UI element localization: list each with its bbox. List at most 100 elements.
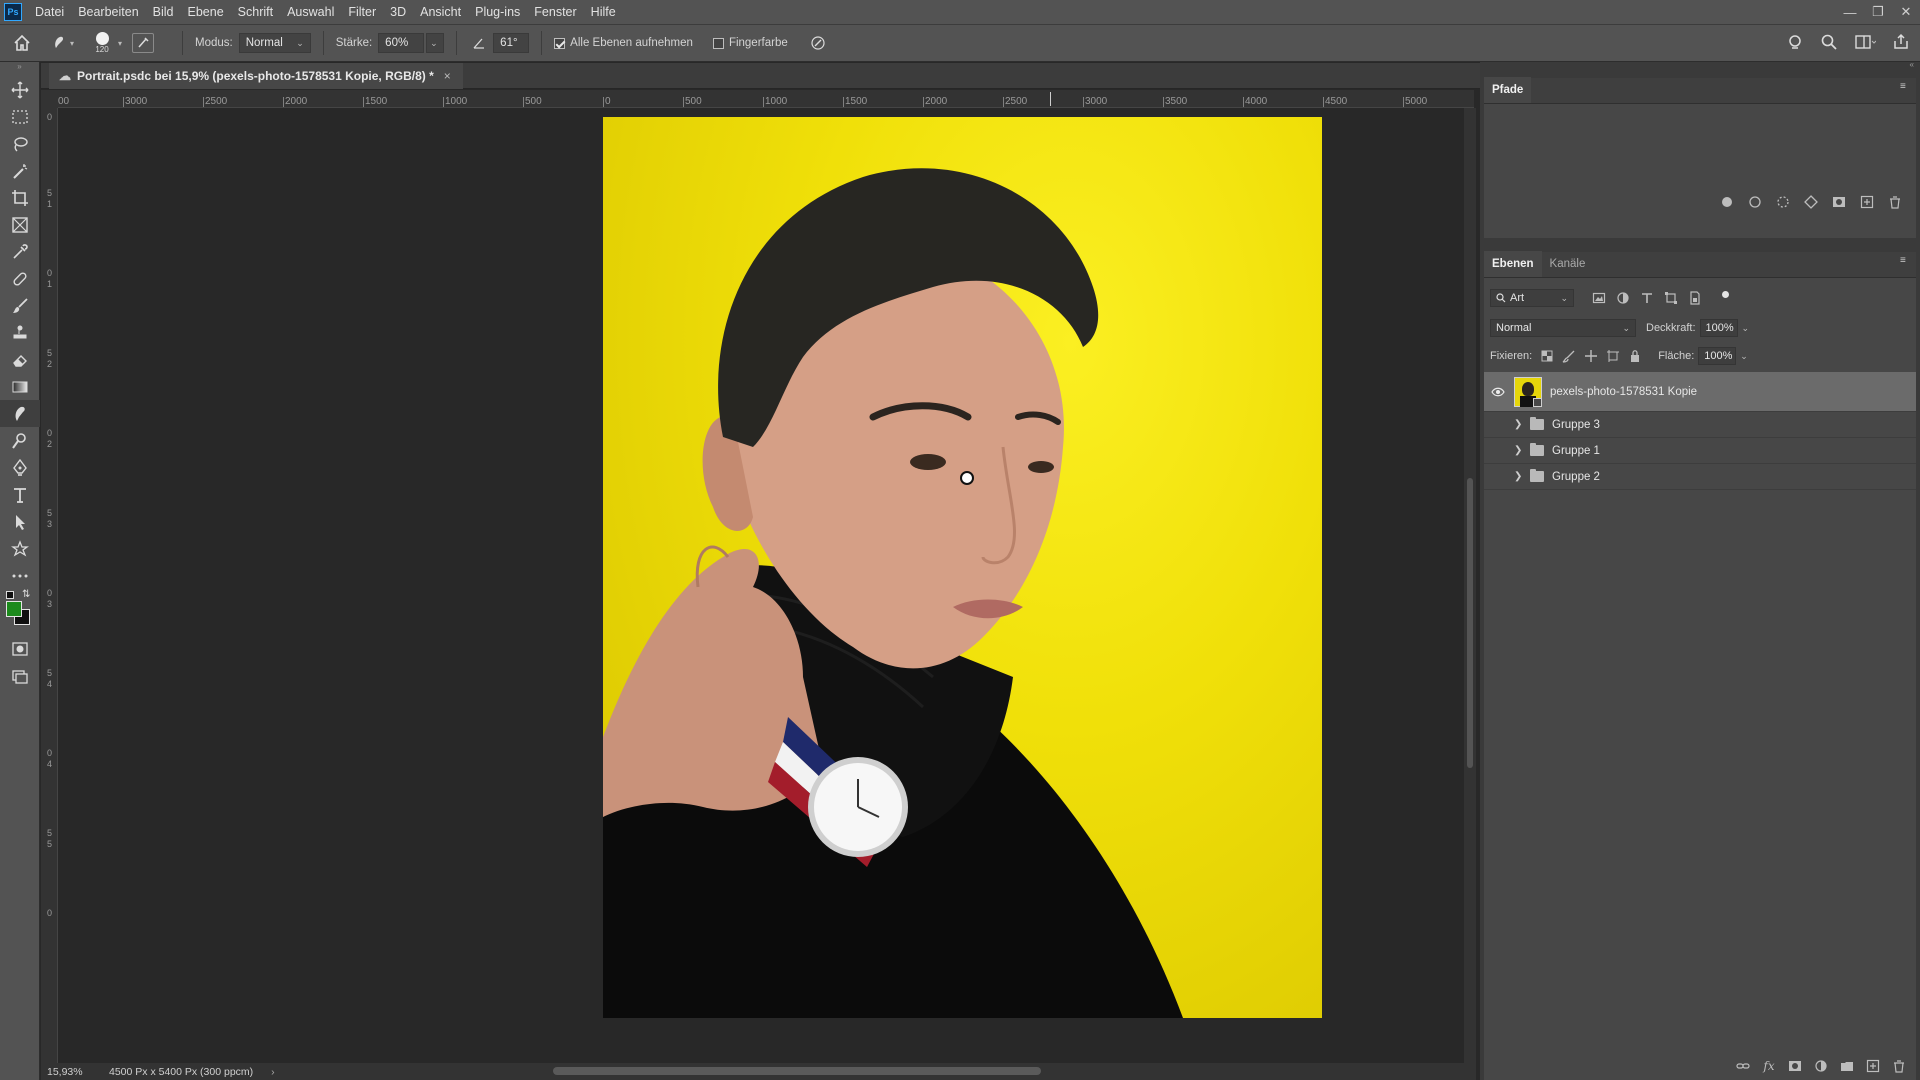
- smudge-tool-preset-icon[interactable]: ▾: [44, 34, 80, 52]
- add-layer-mask-icon[interactable]: [1788, 1059, 1802, 1073]
- menu-auswahl[interactable]: Auswahl: [280, 0, 341, 24]
- marquee-tool-icon[interactable]: [0, 103, 40, 130]
- screen-mode-icon[interactable]: [0, 662, 40, 689]
- angle-input[interactable]: 61°: [493, 33, 530, 53]
- close-tab-icon[interactable]: ×: [444, 69, 451, 83]
- lock-position-icon[interactable]: [1584, 349, 1598, 363]
- restore-icon[interactable]: ❐: [1864, 0, 1892, 24]
- menu-plugins[interactable]: Plug-ins: [468, 0, 527, 24]
- lock-artboard-icon[interactable]: [1606, 349, 1620, 363]
- horizontal-ruler[interactable]: 00 3000 2500 2000 1500 1000 500 0 500 10…: [58, 90, 1474, 108]
- layer-filter-select[interactable]: Art ⌄: [1490, 289, 1574, 307]
- foreground-color-swatch[interactable]: [6, 601, 22, 617]
- sample-all-layers-checkbox[interactable]: Alle Ebenen aufnehmen: [554, 37, 699, 49]
- magic-wand-tool-icon[interactable]: [0, 157, 40, 184]
- visibility-eye-icon[interactable]: [1488, 382, 1508, 402]
- filter-shape-layers-icon[interactable]: [1664, 291, 1678, 305]
- new-path-icon[interactable]: [1860, 195, 1874, 209]
- dodge-tool-icon[interactable]: [0, 427, 40, 454]
- visibility-toggle[interactable]: [1488, 441, 1508, 461]
- tab-ebenen[interactable]: Ebenen: [1484, 251, 1542, 277]
- menu-hilfe[interactable]: Hilfe: [584, 0, 623, 24]
- healing-brush-tool-icon[interactable]: [0, 265, 40, 292]
- frame-tool-icon[interactable]: [0, 211, 40, 238]
- visibility-toggle[interactable]: [1488, 467, 1508, 487]
- stroke-path-icon[interactable]: [1748, 195, 1762, 209]
- strength-slider-button[interactable]: ⌄: [426, 33, 445, 53]
- close-window-icon[interactable]: ✕: [1892, 0, 1920, 24]
- workspace-icon[interactable]: [1854, 33, 1876, 51]
- horizontal-scroll-thumb[interactable]: [553, 1067, 1041, 1075]
- opacity-input[interactable]: 100%: [1699, 319, 1738, 337]
- finger-painting-checkbox[interactable]: Fingerfarbe: [712, 37, 794, 49]
- brush-tool-icon[interactable]: [0, 292, 40, 319]
- add-mask-icon[interactable]: [1832, 195, 1846, 209]
- load-path-selection-icon[interactable]: [1776, 195, 1790, 209]
- menu-bearbeiten[interactable]: Bearbeiten: [71, 0, 145, 24]
- horizontal-scrollbar[interactable]: [553, 1063, 1041, 1080]
- filter-smart-objects-icon[interactable]: [1688, 291, 1702, 305]
- filter-toggle-icon[interactable]: [1722, 290, 1729, 298]
- layer-name[interactable]: Gruppe 1: [1552, 445, 1600, 457]
- share-cloud-icon[interactable]: [1786, 33, 1804, 51]
- tab-kanaele[interactable]: Kanäle: [1542, 251, 1594, 277]
- menu-filter[interactable]: Filter: [341, 0, 383, 24]
- mode-select[interactable]: Normal ⌄: [238, 33, 311, 53]
- menu-bild[interactable]: Bild: [146, 0, 181, 24]
- path-selection-tool-icon[interactable]: [0, 508, 40, 535]
- vertical-scrollbar[interactable]: [1464, 108, 1476, 1063]
- adjustment-layer-icon[interactable]: [1814, 1059, 1828, 1073]
- document-tab[interactable]: ☁ Portrait.psdc bei 15,9% (pexels-photo-…: [49, 63, 463, 89]
- menu-datei[interactable]: Datei: [28, 0, 71, 24]
- smudge-tool-icon[interactable]: [0, 400, 40, 427]
- visibility-toggle[interactable]: [1488, 415, 1508, 435]
- fill-input[interactable]: 100%: [1698, 347, 1737, 365]
- gradient-tool-icon[interactable]: [0, 373, 40, 400]
- lock-all-icon[interactable]: [1628, 349, 1642, 363]
- filter-adjustment-layers-icon[interactable]: [1616, 291, 1630, 305]
- layer-name[interactable]: pexels-photo-1578531 Kopie: [1550, 386, 1697, 398]
- photoshop-logo-icon[interactable]: Ps: [4, 3, 22, 21]
- home-icon[interactable]: [0, 34, 44, 52]
- menu-ansicht[interactable]: Ansicht: [413, 0, 468, 24]
- filter-type-layers-icon[interactable]: [1640, 291, 1654, 305]
- chevron-right-icon[interactable]: ❯: [1514, 419, 1526, 430]
- portrait-photo[interactable]: [603, 117, 1322, 1018]
- lasso-tool-icon[interactable]: [0, 130, 40, 157]
- type-tool-icon[interactable]: [0, 481, 40, 508]
- layer-row[interactable]: ❯ Gruppe 2: [1484, 464, 1916, 490]
- status-info-arrow-icon[interactable]: ›: [271, 1066, 275, 1078]
- opacity-slider-icon[interactable]: ⌄: [1742, 323, 1750, 334]
- search-icon[interactable]: [1820, 33, 1838, 51]
- layer-row[interactable]: pexels-photo-1578531 Kopie: [1484, 372, 1916, 412]
- panel-menu-icon[interactable]: ≡: [1900, 256, 1910, 269]
- layer-row[interactable]: ❯ Gruppe 1: [1484, 438, 1916, 464]
- fill-path-icon[interactable]: [1720, 195, 1734, 209]
- default-colors-icon[interactable]: [6, 591, 14, 599]
- strength-input[interactable]: 60%: [378, 33, 425, 53]
- crop-tool-icon[interactable]: [0, 184, 40, 211]
- vertical-scroll-thumb[interactable]: [1467, 478, 1473, 768]
- vertical-ruler[interactable]: 0 51 01 52 02 53 03 54 04 55 0: [41, 108, 58, 1064]
- export-share-icon[interactable]: [1892, 33, 1910, 51]
- swap-colors-icon[interactable]: ⇅: [22, 589, 30, 600]
- pressure-icon[interactable]: [808, 35, 828, 51]
- panel-collapse-icon[interactable]: «: [1910, 60, 1914, 69]
- chevron-right-icon[interactable]: ❯: [1514, 445, 1526, 456]
- layer-styles-fx-icon[interactable]: fx: [1762, 1059, 1776, 1073]
- canvas-area[interactable]: [58, 108, 1464, 1063]
- move-tool-icon[interactable]: [0, 76, 40, 103]
- layer-name[interactable]: Gruppe 2: [1552, 471, 1600, 483]
- toolbar-collapse-icon[interactable]: »: [0, 62, 39, 76]
- chevron-right-icon[interactable]: ❯: [1514, 471, 1526, 482]
- brush-settings-icon[interactable]: [132, 33, 155, 53]
- fill-slider-icon[interactable]: ⌄: [1740, 351, 1748, 362]
- new-layer-icon[interactable]: [1866, 1059, 1880, 1073]
- menu-3d[interactable]: 3D: [383, 0, 413, 24]
- pen-tool-icon[interactable]: [0, 454, 40, 481]
- more-tools-icon[interactable]: [0, 562, 40, 589]
- eyedropper-tool-icon[interactable]: [0, 238, 40, 265]
- eraser-tool-icon[interactable]: [0, 346, 40, 373]
- filter-pixel-layers-icon[interactable]: [1592, 291, 1606, 305]
- shape-tool-icon[interactable]: [0, 535, 40, 562]
